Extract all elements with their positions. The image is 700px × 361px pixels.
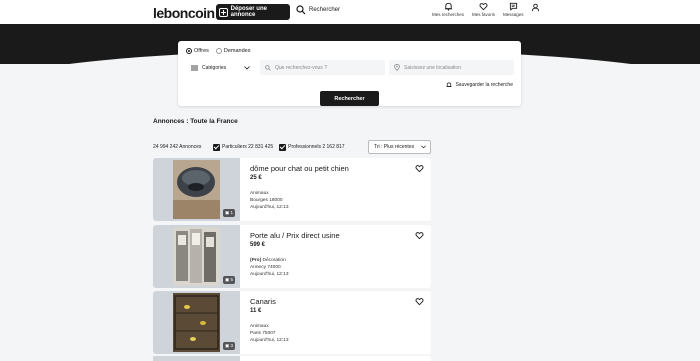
listing-title: dôme pour chat ou petit chien [250, 164, 349, 173]
pro-tag: (Pro) [250, 258, 262, 263]
category-label: Catégories [202, 64, 227, 71]
radio-checked-icon [186, 48, 192, 54]
listing-location: Annecy 74000 [250, 265, 281, 270]
listing-location: Bourges 18000 [250, 198, 283, 203]
save-search-label: Sauvegarder la recherche [455, 82, 513, 88]
listing-card[interactable]: ▣ 5 Porte alu / Prix direct usine 599 € … [153, 225, 431, 288]
search-icon [296, 5, 306, 15]
nav-account[interactable] [531, 3, 540, 13]
listings-title: Annonces : Toute la France [153, 118, 238, 125]
filter-pro[interactable]: Professionnels 2 162 817 [279, 143, 345, 151]
ad-type-radios: Offres Demandes [186, 48, 251, 54]
listing-image: ▣ 1 [153, 158, 240, 221]
category-select[interactable]: Catégories [186, 60, 257, 75]
location-pin-icon [394, 64, 400, 71]
chevron-down-icon [244, 65, 250, 70]
listing-date: Aujourd'hui, 12:13 [250, 272, 289, 277]
search-icon [265, 64, 271, 71]
user-icon [531, 3, 540, 12]
listing-price: 25 € [250, 175, 262, 181]
nav-messages-label: Messages [503, 12, 524, 17]
search-button[interactable]: Rechercher [320, 91, 379, 106]
nav-saved-searches[interactable]: Mes recherches [432, 2, 464, 17]
search-link[interactable]: Rechercher [296, 5, 340, 15]
listing-photo [173, 293, 220, 352]
listing-location: Paris 75007 [250, 331, 276, 336]
listing-title: Porte alu / Prix direct usine [250, 231, 340, 240]
post-ad-label: Déposer une annonce [230, 6, 267, 18]
radio-requests[interactable]: Demandes [215, 48, 251, 54]
plus-icon [219, 7, 228, 17]
favorite-heart-icon[interactable] [415, 231, 424, 240]
listing-price: 599 € [250, 242, 266, 248]
listing-category: Animaux [250, 324, 269, 329]
chat-icon [509, 2, 517, 11]
top-header: leboncoin Déposer une annonce Rechercher… [0, 0, 700, 24]
save-search-link[interactable]: Sauvegarder la recherche [446, 82, 513, 88]
search-link-label: Rechercher [309, 7, 341, 13]
listing-photo [173, 160, 220, 219]
photo-count: 5 [230, 277, 233, 282]
listing-title: Canaris [250, 297, 276, 306]
listing-date: Aujourd'hui, 12:13 [250, 338, 289, 343]
listing-category-line: (Pro) Décoration [250, 258, 286, 263]
listing-image [153, 356, 240, 361]
chevron-down-icon [421, 145, 426, 149]
photo-count-badge: ▣ 3 [222, 342, 235, 350]
filter-private[interactable]: Particuliers 22 831 425 [213, 143, 274, 151]
listing-image: ▣ 5 [153, 225, 240, 288]
checkbox-checked-icon [213, 143, 220, 151]
list-icon [191, 65, 198, 70]
sort-label: Tri : Plus récentes [374, 144, 415, 150]
filter-pro-label: Professionnels 2 162 817 [288, 144, 345, 150]
listing-date: Aujourd'hui, 12:13 [250, 205, 289, 210]
site-logo[interactable]: leboncoin [153, 5, 215, 21]
listing-card[interactable]: ▣ 1 dôme pour chat ou petit chien 25 € A… [153, 158, 431, 221]
photo-count-badge: ▣ 1 [222, 209, 235, 217]
heart-icon [479, 3, 488, 11]
favorite-heart-icon[interactable] [415, 164, 424, 173]
listing-count: 24 994 242 Annonces [153, 144, 202, 150]
radio-unchecked-icon [215, 48, 222, 54]
nav-saved-searches-label: Mes recherches [432, 12, 465, 17]
nav-favorites-label: Mes favoris [472, 12, 496, 17]
photo-count: 1 [230, 210, 233, 215]
photo-count-badge: ▣ 5 [222, 276, 235, 284]
radio-offers-label: Offres [194, 48, 209, 54]
location-placeholder: Saisissez une localisation [404, 64, 461, 71]
bell-icon [447, 82, 452, 87]
bell-icon [444, 2, 452, 11]
listing-image: ▣ 3 [153, 291, 240, 354]
listing-photo [173, 227, 220, 286]
favorite-heart-icon[interactable] [415, 297, 424, 306]
location-input[interactable]: Saisissez une localisation [389, 60, 514, 75]
listing-filters: 24 994 242 Annonces Particuliers 22 831 … [153, 140, 431, 154]
checkbox-checked-icon [279, 143, 287, 151]
photo-count: 3 [230, 343, 233, 348]
nav-messages[interactable]: Messages [503, 2, 524, 17]
listing-category: Décoration [262, 258, 286, 263]
listing-price: 11 € [250, 308, 262, 314]
post-ad-button[interactable]: Déposer une annonce [216, 4, 290, 20]
nav-favorites[interactable]: Mes favoris [472, 2, 495, 17]
listing-card[interactable]: ▣ 3 Canaris 11 € Animaux Paris 75007 Auj… [153, 291, 431, 354]
query-placeholder: Que recherchez-vous ? [275, 64, 327, 71]
radio-offers[interactable]: Offres [186, 48, 209, 54]
query-input[interactable]: Que recherchez-vous ? [260, 60, 385, 75]
sort-select[interactable]: Tri : Plus récentes [368, 140, 431, 154]
listing-category: Animaux [250, 191, 269, 196]
radio-requests-label: Demandes [223, 48, 251, 54]
filter-private-label: Particuliers 22 831 425 [222, 144, 274, 150]
listing-card-partial[interactable] [153, 356, 431, 361]
